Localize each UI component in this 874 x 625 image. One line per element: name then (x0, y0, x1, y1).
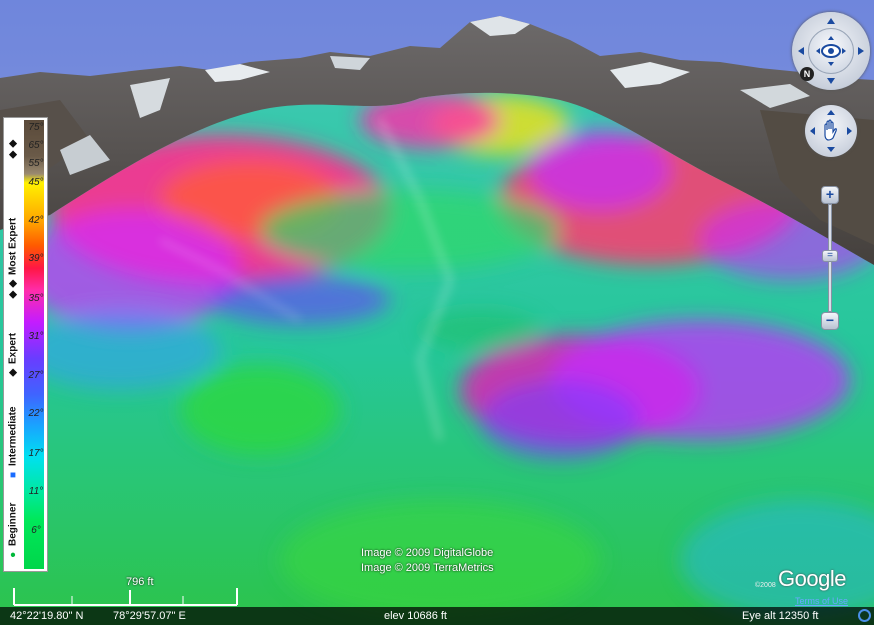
look-joystick[interactable] (808, 28, 854, 74)
zoom-in-button[interactable]: + (821, 186, 839, 204)
north-indicator[interactable]: N (800, 67, 814, 81)
elevation-readout: elev 10686 ft (384, 610, 447, 622)
latitude-readout: 42°22'19.80" N (10, 610, 84, 622)
eye-altitude-readout: Eye alt 12350 ft (742, 610, 819, 622)
legend-level-expert: ◆ Expert (7, 333, 19, 378)
google-logo: Google (778, 566, 846, 591)
copyright-text: ©2008 (755, 582, 776, 589)
look-around-control[interactable]: N (792, 12, 870, 90)
eye-icon (816, 36, 846, 66)
imagery-credits: Image © 2009 DigitalGlobe Image © 2009 T… (361, 546, 494, 576)
terms-of-use-link[interactable]: Terms of Use (795, 596, 848, 606)
slope-angle-legend: 75° 65° 55° 45° 42° 39° 35° 31° 27° 22° … (3, 117, 48, 572)
legend-level-beginner: ● Beginner (7, 502, 19, 560)
zoom-thumb[interactable]: = (822, 250, 838, 262)
credit-line: Image © 2009 TerraMetrics (361, 562, 494, 574)
legend-tick: 65° (28, 140, 44, 151)
legend-level-most-expert: ◆◆ Most Expert (7, 217, 19, 300)
legend-tick: 11° (28, 486, 44, 497)
legend-tick: 6° (31, 525, 41, 536)
double-diamond-icon: ◆◆ (7, 278, 19, 300)
credit-line: Image © 2009 DigitalGlobe (361, 547, 494, 559)
hand-move-icon (810, 110, 852, 152)
status-bar: 42°22'19.80" N 78°29'57.07" E elev 10686… (0, 607, 874, 625)
legend-tick: 27° (28, 370, 44, 381)
map-viewport[interactable] (0, 0, 874, 625)
legend-top-difficulty-symbol: ◆◆ (7, 138, 19, 160)
blue-square-icon: ■ (7, 469, 19, 480)
legend-tick: 35° (28, 293, 44, 304)
zoom-slider[interactable]: + = − (821, 186, 839, 330)
legend-tick: 45° (28, 177, 44, 188)
legend-tick: 39° (28, 253, 44, 264)
legend-tick: 42° (28, 215, 44, 226)
legend-tick: 55° (28, 158, 44, 169)
diamond-icon: ◆ (7, 367, 19, 378)
longitude-readout: 78°29'57.07" E (113, 610, 186, 622)
legend-tick: 22° (28, 408, 44, 419)
legend-level-intermediate: ■ Intermediate (7, 406, 19, 480)
scale-label: 796 ft (126, 576, 154, 588)
terrain-3d-view (0, 0, 874, 625)
legend-tick: 31° (28, 331, 44, 342)
scale-bar: 796 ft (13, 576, 238, 606)
zoom-out-button[interactable]: − (821, 312, 839, 330)
move-control[interactable] (805, 105, 857, 157)
legend-tick: 17° (28, 448, 44, 459)
legend-tick: 75° (28, 122, 44, 133)
google-earth-status-icon (858, 609, 871, 622)
green-circle-icon: ● (7, 549, 19, 560)
